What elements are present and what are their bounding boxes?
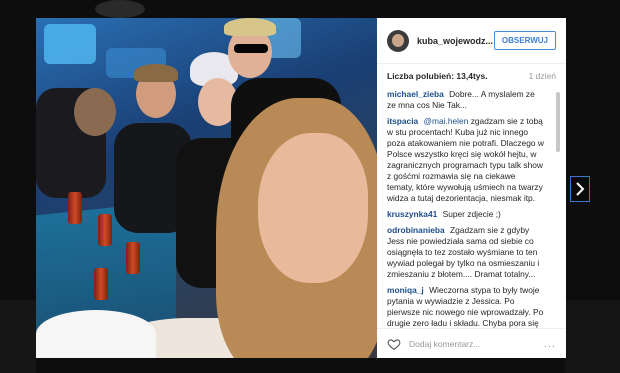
chevron-right-icon [576,182,585,196]
drink-can [126,242,140,274]
background-blur [95,0,145,18]
more-options-button[interactable]: ... [544,338,556,350]
person-head [74,88,116,136]
drink-can [68,192,82,224]
likes-count[interactable]: Liczba polubień: 13,4tys. [387,71,488,81]
comment: itspacia @mai.helen zgadzam sie z tobą w… [387,116,544,204]
comment-mention-link[interactable]: @mai.helen [424,116,469,126]
drink-can [94,268,108,300]
post-photo[interactable] [36,18,377,358]
person-hair [224,18,276,36]
comment: michael_zieba Dobre... A myslalem ze ze … [387,89,544,111]
sunglasses [234,44,268,53]
heart-outline-icon[interactable] [387,337,401,351]
background-blur [0,300,36,373]
comment-user-link[interactable]: itspacia [387,116,418,126]
background-blur [565,300,620,373]
comment-user-link[interactable]: odrobinanieba [387,225,445,235]
follow-button[interactable]: OBSERWUJ [493,31,556,50]
next-post-button[interactable] [570,176,590,202]
comment-user-link[interactable]: michael_zieba [387,89,444,99]
add-comment-input[interactable]: Dodaj komentarz... [409,339,536,349]
person-hair [134,64,178,82]
likes-row: Liczba polubień: 13,4tys. 1 dzień [377,64,566,88]
post-modal: kuba_wojewodz... OBSERWUJ Liczba polubie… [36,18,566,358]
white-top [36,310,156,358]
time-ago: 1 dzień [528,71,556,81]
avatar[interactable] [387,29,409,52]
comment-footer: Dodaj komentarz... ... [377,328,566,358]
comment: moniqa_j Wieczorna stypa to były twoje p… [387,285,544,328]
comment-text: Super zdjecie ;) [442,209,501,219]
stage-light [44,24,96,64]
comment: kruszynka41 Super zdjecie ;) [387,209,544,220]
username-link[interactable]: kuba_wojewodz... [417,36,494,46]
comment-text: zgadzam sie z tobą w stu procentach! Kub… [387,116,544,203]
drink-can [98,214,112,246]
comment: odrobinanieba Zgadzam sie z gdyby Jess n… [387,225,544,280]
comment-user-link[interactable]: moniqa_j [387,285,424,295]
comment-user-link[interactable]: kruszynka41 [387,209,437,219]
person-face [258,133,368,283]
post-info-panel: kuba_wojewodz... OBSERWUJ Liczba polubie… [377,18,566,358]
comments-list[interactable]: michael_zieba Dobre... A myslalem ze ze … [377,88,566,328]
scrollbar[interactable] [556,92,560,152]
post-header: kuba_wojewodz... OBSERWUJ [377,18,566,64]
